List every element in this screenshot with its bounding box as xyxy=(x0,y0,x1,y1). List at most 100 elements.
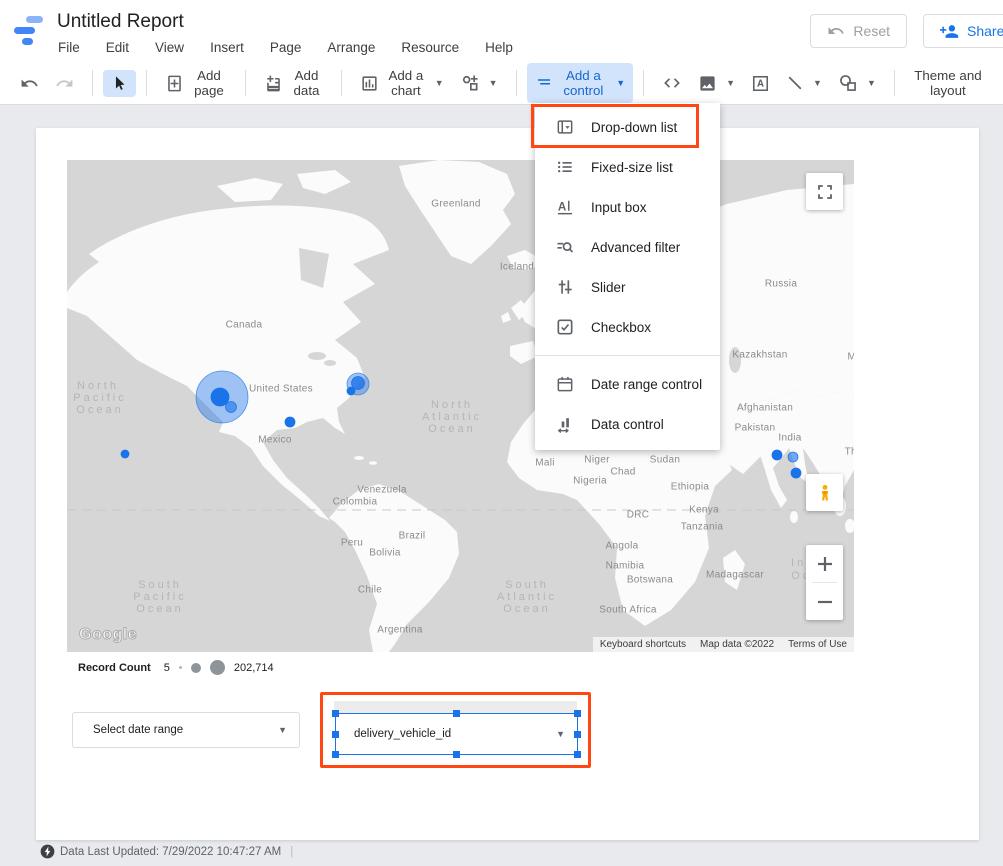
theme-layout-label: Theme and layout xyxy=(913,68,983,98)
map-data-bubble[interactable] xyxy=(121,450,129,458)
menu-page[interactable]: Page xyxy=(270,40,302,55)
menu-divider xyxy=(535,355,720,356)
menu-item-data-control[interactable]: Data control xyxy=(535,404,720,444)
app-window: Untitled Report File Edit View Insert Pa… xyxy=(0,0,1003,866)
menu-item-dropdown-list[interactable]: Drop-down list xyxy=(535,107,720,147)
keyboard-shortcuts-link[interactable]: Keyboard shortcuts xyxy=(593,637,693,652)
selection-handle[interactable] xyxy=(453,751,460,758)
selection-handle[interactable] xyxy=(574,731,581,738)
menu-item-input-box[interactable]: A Input box xyxy=(535,187,720,227)
pegman-icon xyxy=(816,484,834,502)
zoom-out-button[interactable] xyxy=(806,583,843,620)
undo-button[interactable] xyxy=(12,69,47,98)
map-data-bubble[interactable] xyxy=(211,388,229,406)
menu-item-label: Checkbox xyxy=(591,320,651,335)
share-button[interactable]: Share xyxy=(923,14,1003,48)
selection-handle[interactable] xyxy=(574,751,581,758)
annotation-box-dropdown-control: delivery_vehicle_id ▼ xyxy=(320,692,591,768)
map-attribution: Keyboard shortcuts Map data ©2022 Terms … xyxy=(593,637,854,652)
selection-handle[interactable] xyxy=(574,710,581,717)
select-tool-button[interactable] xyxy=(103,70,136,97)
chevron-down-icon: ▼ xyxy=(813,78,822,88)
selection-handle[interactable] xyxy=(332,731,339,738)
map-data-bubble[interactable] xyxy=(347,387,355,395)
menu-help[interactable]: Help xyxy=(485,40,513,55)
embed-url-button[interactable] xyxy=(654,68,690,98)
input-box-icon: A xyxy=(555,197,575,217)
data-last-updated-text: Data Last Updated: 7/29/2022 10:47:27 AM xyxy=(60,846,281,858)
vehicle-dropdown-control[interactable]: delivery_vehicle_id ▼ xyxy=(335,713,578,755)
chevron-down-icon: ▼ xyxy=(489,78,498,88)
chevron-down-icon: ▼ xyxy=(278,725,287,735)
add-chart-label: Add a chart xyxy=(386,68,426,98)
community-visualizations-button[interactable]: ▼ xyxy=(452,68,506,98)
map-data-bubble[interactable] xyxy=(772,450,782,460)
bubble-map-chart[interactable]: GreenlandIcelandCanadaRussiaKazakhstanMo… xyxy=(67,160,854,652)
date-range-control[interactable]: Select date range ▼ xyxy=(72,712,300,748)
menu-resource[interactable]: Resource xyxy=(401,40,459,55)
add-control-button[interactable]: Add a control ▼ xyxy=(527,63,634,103)
selection-handle[interactable] xyxy=(453,710,460,717)
add-data-label: Add data xyxy=(290,68,323,98)
add-chart-button[interactable]: Add a chart ▼ xyxy=(352,63,452,103)
map-data-bubble[interactable] xyxy=(285,417,295,427)
world-map xyxy=(67,160,854,652)
map-data-bubble[interactable] xyxy=(226,402,237,413)
menu-edit[interactable]: Edit xyxy=(106,40,129,55)
legend-max-value: 202,714 xyxy=(234,662,274,674)
menu-file[interactable]: File xyxy=(58,40,80,55)
menu-item-date-range-control[interactable]: Date range control xyxy=(535,364,720,404)
google-maps-logo: Google xyxy=(79,626,137,644)
menu-item-advanced-filter[interactable]: Advanced filter xyxy=(535,227,720,267)
map-zoom-control xyxy=(806,545,843,620)
insert-image-button[interactable]: ▼ xyxy=(690,69,743,98)
selection-handle[interactable] xyxy=(332,751,339,758)
report-canvas[interactable]: GreenlandIcelandCanadaRussiaKazakhstanMo… xyxy=(36,128,979,840)
chevron-down-icon: ▼ xyxy=(435,78,444,88)
fullscreen-icon xyxy=(816,183,834,201)
legend-min-value: 5 xyxy=(164,662,170,674)
add-control-menu: Drop-down list Fixed-size list A Input b… xyxy=(535,103,720,450)
menu-arrange[interactable]: Arrange xyxy=(327,40,375,55)
date-range-placeholder: Select date range xyxy=(93,724,183,736)
menu-item-fixed-size-list[interactable]: Fixed-size list xyxy=(535,147,720,187)
redo-button[interactable] xyxy=(47,69,82,98)
menu-insert[interactable]: Insert xyxy=(210,40,244,55)
add-data-icon xyxy=(264,74,283,93)
date-range-icon xyxy=(555,374,575,394)
chevron-down-icon: ▼ xyxy=(616,78,625,88)
theme-and-layout-button[interactable]: Theme and layout xyxy=(905,63,991,103)
fullscreen-button[interactable] xyxy=(806,173,843,210)
line-icon xyxy=(786,74,804,92)
reset-label: Reset xyxy=(853,23,890,39)
legend-dot-medium xyxy=(191,663,201,673)
bubble-size-legend: Record Count 5 202,714 xyxy=(78,660,274,675)
share-label: Share xyxy=(967,23,1003,39)
line-tool-button[interactable]: ▼ xyxy=(778,69,830,97)
data-studio-logo-icon[interactable] xyxy=(12,13,48,49)
text-box-button[interactable] xyxy=(743,69,778,98)
add-page-label: Add page xyxy=(191,68,227,98)
chevron-down-icon: ▼ xyxy=(867,78,876,88)
add-page-button[interactable]: Add page xyxy=(157,63,235,103)
terms-of-use-link[interactable]: Terms of Use xyxy=(781,637,854,652)
pegman-button[interactable] xyxy=(806,474,843,511)
map-data-bubble[interactable] xyxy=(791,468,801,478)
toolbar: Add page Add data Add a chart ▼ ▼ Add a … xyxy=(0,62,1003,105)
add-data-button[interactable]: Add data xyxy=(256,63,331,103)
zoom-in-button[interactable] xyxy=(806,545,843,582)
person-add-icon xyxy=(940,22,959,41)
menu-view[interactable]: View xyxy=(155,40,184,55)
add-chart-icon xyxy=(360,74,379,93)
add-page-icon xyxy=(165,74,184,93)
map-data-bubble[interactable] xyxy=(788,452,798,462)
legend-metric-label: Record Count xyxy=(78,662,151,674)
menu-item-slider[interactable]: Slider xyxy=(535,267,720,307)
selection-handle[interactable] xyxy=(332,710,339,717)
reset-button[interactable]: Reset xyxy=(810,14,907,48)
chevron-down-icon: ▼ xyxy=(726,78,735,88)
cursor-icon xyxy=(111,75,128,92)
menu-item-checkbox[interactable]: Checkbox xyxy=(535,307,720,347)
shape-tool-button[interactable]: ▼ xyxy=(830,68,884,98)
report-title[interactable]: Untitled Report xyxy=(57,11,184,33)
